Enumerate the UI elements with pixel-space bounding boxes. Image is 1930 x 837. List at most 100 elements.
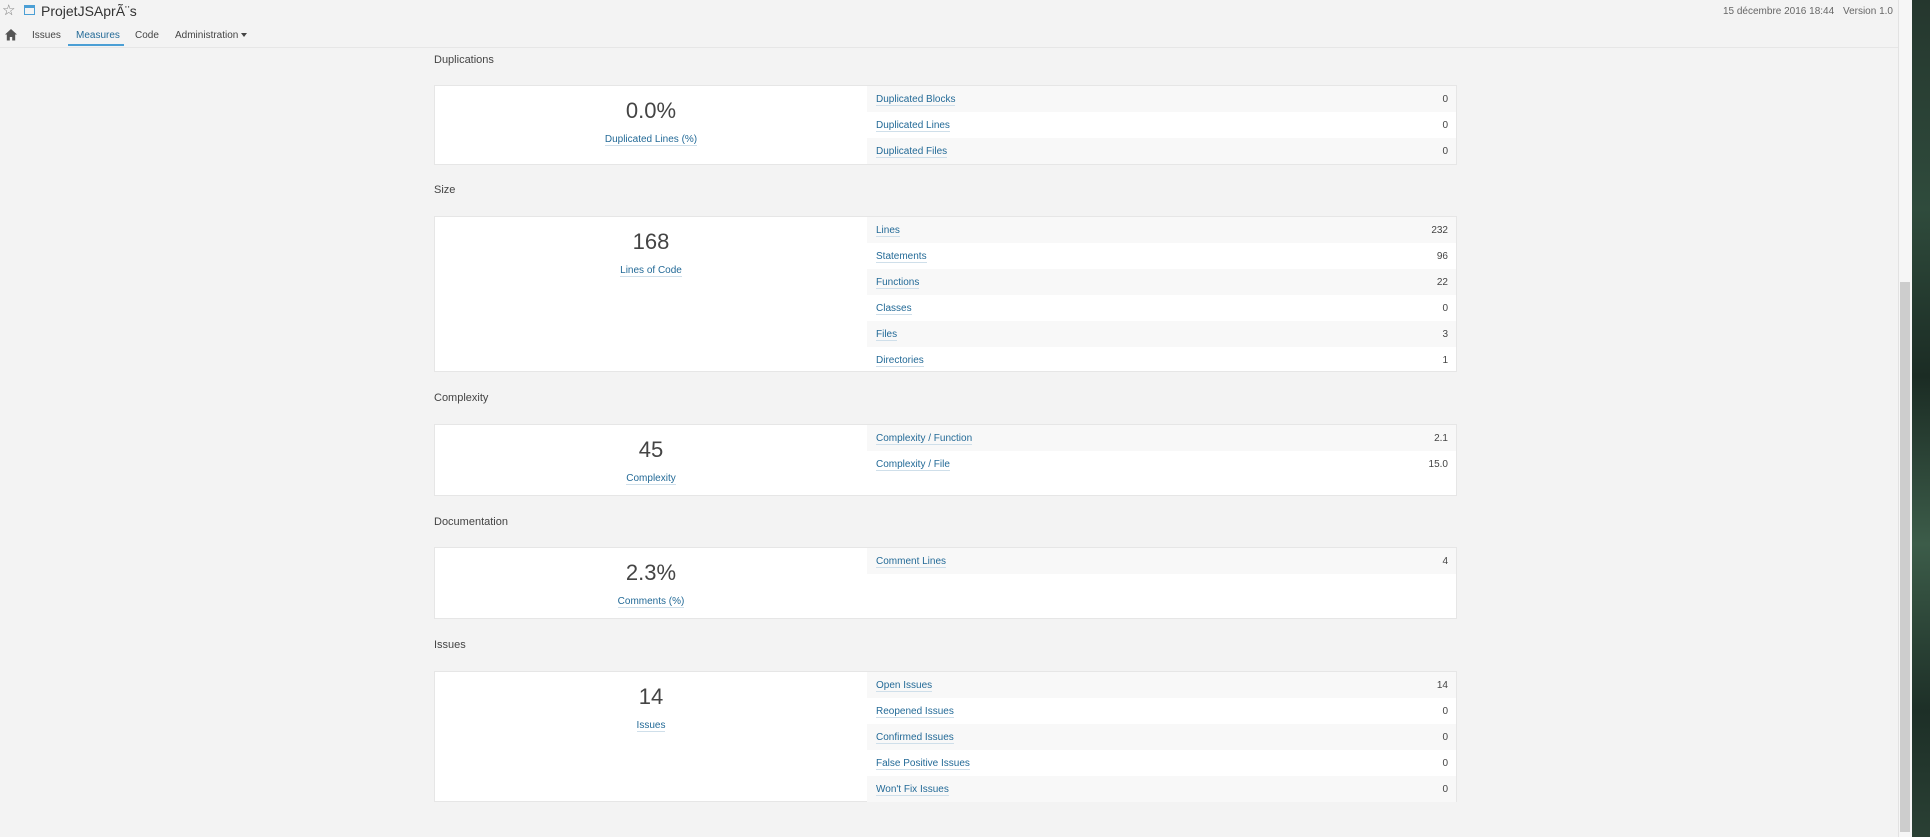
card-complexity: 45 Complexity Complexity / Function 2.1 …: [434, 424, 1457, 496]
metric-link[interactable]: Duplicated Files: [876, 146, 948, 158]
tab-measures[interactable]: Measures: [76, 30, 120, 41]
card-size: 168 Lines of Code Lines 232 Statements 9…: [434, 216, 1457, 372]
section-title-issues: Issues: [434, 639, 466, 651]
metric-label[interactable]: Duplicated Lines: [876, 120, 950, 132]
main-measure-label[interactable]: Lines of Code: [435, 265, 867, 277]
metric-list: Open Issues 14 Reopened Issues 0 Confirm…: [867, 672, 1456, 802]
main-measure-link[interactable]: Comments (%): [617, 596, 685, 608]
metric-value: 15.0: [1428, 459, 1448, 470]
tab-issues[interactable]: Issues: [32, 30, 61, 41]
metric-row: Complexity / Function 2.1: [867, 425, 1456, 451]
metric-value: 0: [1442, 94, 1448, 105]
section-title-duplications: Duplications: [434, 54, 494, 66]
metric-value: 0: [1442, 146, 1448, 157]
metric-link[interactable]: Confirmed Issues: [876, 732, 954, 744]
project-meta: 15 décembre 2016 18:44 Version 1.0: [1717, 6, 1893, 17]
metric-row: Files 3: [867, 321, 1456, 347]
main-measure: 168 Lines of Code: [435, 217, 867, 371]
metric-label[interactable]: Duplicated Blocks: [876, 94, 956, 106]
metric-row: False Positive Issues 0: [867, 750, 1456, 776]
metric-value: 1: [1442, 355, 1448, 366]
main-measure: 2.3% Comments (%): [435, 548, 867, 618]
metric-link[interactable]: Statements: [876, 251, 927, 263]
metric-link[interactable]: Classes: [876, 303, 912, 315]
measures-page: ☆ ProjetJSAprÃ¨s 15 décembre 2016 18:44 …: [0, 0, 1898, 837]
metric-row: Reopened Issues 0: [867, 698, 1456, 724]
metric-label[interactable]: Reopened Issues: [876, 706, 954, 718]
metric-value: 4: [1442, 556, 1448, 567]
metric-label[interactable]: Files: [876, 329, 898, 341]
metric-link[interactable]: Duplicated Lines: [876, 120, 950, 132]
metric-row: Won't Fix Issues 0: [867, 776, 1456, 802]
metric-link[interactable]: Reopened Issues: [876, 706, 954, 718]
main-measure-value: 0.0%: [625, 98, 677, 123]
main-measure-link[interactable]: Issues: [636, 720, 666, 732]
metric-label[interactable]: Confirmed Issues: [876, 732, 954, 744]
metric-value: 14: [1436, 680, 1448, 691]
project-title[interactable]: ProjetJSAprÃ¨s: [41, 3, 137, 19]
main-measure-label[interactable]: Issues: [435, 720, 867, 732]
metric-link[interactable]: Files: [876, 329, 898, 341]
chevron-down-icon: [241, 33, 248, 38]
main-measure-link[interactable]: Duplicated Lines (%): [604, 134, 698, 146]
metric-link[interactable]: Duplicated Blocks: [876, 94, 956, 106]
main-measure: 14 Issues: [435, 672, 867, 801]
section-title-documentation: Documentation: [434, 516, 508, 528]
metric-label[interactable]: Classes: [876, 303, 912, 315]
metric-value: 0: [1442, 784, 1448, 795]
metric-row: Confirmed Issues 0: [867, 724, 1456, 750]
metric-label[interactable]: False Positive Issues: [876, 758, 970, 770]
metric-value: 0: [1442, 732, 1448, 743]
metric-row: Duplicated Blocks 0: [867, 86, 1456, 112]
metric-row: Open Issues 14: [867, 672, 1456, 698]
metric-link[interactable]: Functions: [876, 277, 920, 289]
card-documentation: 2.3% Comments (%) Comment Lines 4: [434, 547, 1457, 619]
analysis-date: 15 décembre 2016 18:44: [1722, 6, 1835, 17]
metric-label[interactable]: Lines: [876, 225, 900, 237]
main-measure-link[interactable]: Lines of Code: [620, 265, 682, 277]
metric-link[interactable]: Won't Fix Issues: [876, 784, 949, 796]
metric-label[interactable]: Complexity / File: [876, 459, 950, 471]
main-measure-value: 14: [638, 684, 664, 709]
metric-row: Duplicated Lines 0: [867, 112, 1456, 138]
metric-value: 0: [1442, 120, 1448, 131]
section-title-complexity: Complexity: [434, 392, 489, 404]
tab-administration-label: Administration: [175, 30, 239, 41]
metric-link[interactable]: Complexity / Function: [876, 433, 973, 445]
metric-row: Statements 96: [867, 243, 1456, 269]
metric-link[interactable]: Comment Lines: [876, 556, 947, 568]
metric-link[interactable]: False Positive Issues: [876, 758, 970, 770]
metric-label[interactable]: Functions: [876, 277, 920, 289]
scrollbar-thumb[interactable]: [1900, 282, 1910, 832]
metric-link[interactable]: Directories: [876, 355, 924, 367]
metric-list: Lines 232 Statements 96 Functions 22 Cla…: [867, 217, 1456, 373]
metric-row: Functions 22: [867, 269, 1456, 295]
active-tab-indicator: [68, 44, 124, 46]
metric-label[interactable]: Won't Fix Issues: [876, 784, 949, 796]
metric-row: Lines 232: [867, 217, 1456, 243]
metric-value: 96: [1436, 251, 1448, 262]
metric-label[interactable]: Open Issues: [876, 680, 933, 692]
main-measure-label[interactable]: Comments (%): [435, 596, 867, 608]
tab-code[interactable]: Code: [135, 30, 159, 41]
main-measure-value: 45: [638, 437, 664, 462]
metric-value: 22: [1436, 277, 1448, 288]
metric-link[interactable]: Complexity / File: [876, 459, 950, 471]
metric-value: 3: [1442, 329, 1448, 340]
main-measure-value: 168: [632, 229, 670, 254]
metric-label[interactable]: Comment Lines: [876, 556, 947, 568]
metric-list: Complexity / Function 2.1 Complexity / F…: [867, 425, 1456, 477]
home-icon[interactable]: [4, 28, 18, 42]
main-measure-label[interactable]: Complexity: [435, 473, 867, 485]
metric-label[interactable]: Complexity / Function: [876, 433, 973, 445]
metric-label[interactable]: Directories: [876, 355, 924, 367]
metric-label[interactable]: Duplicated Files: [876, 146, 948, 158]
metric-link[interactable]: Lines: [876, 225, 900, 237]
metric-link[interactable]: Open Issues: [876, 680, 933, 692]
main-measure-value: 2.3%: [625, 560, 677, 585]
metric-label[interactable]: Statements: [876, 251, 927, 263]
star-icon[interactable]: ☆: [2, 3, 15, 19]
main-measure-link[interactable]: Complexity: [626, 473, 676, 485]
tab-administration[interactable]: Administration: [175, 30, 248, 41]
main-measure-label[interactable]: Duplicated Lines (%): [435, 134, 867, 146]
